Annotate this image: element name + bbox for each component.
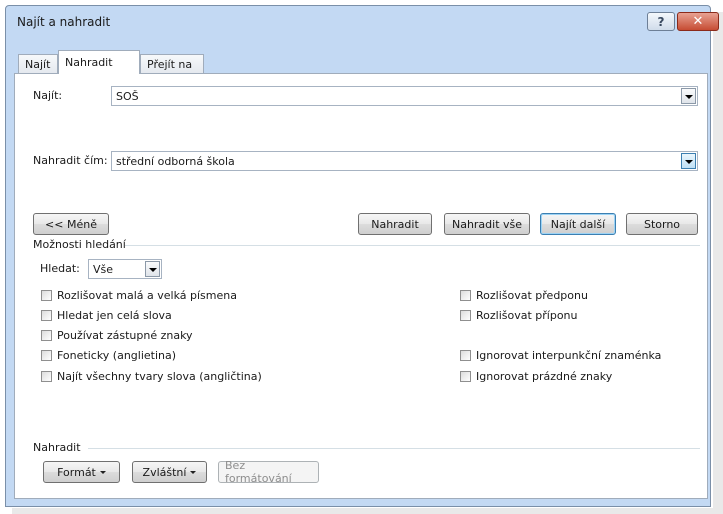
tab-find-label: Najít: [25, 58, 51, 71]
special-label: Zvláštní: [142, 465, 187, 479]
checkbox-box[interactable]: [460, 290, 471, 301]
checkbox-sounds-like[interactable]: Foneticky (anglietina): [41, 349, 176, 362]
search-direction-label: Hledat:: [40, 262, 80, 275]
search-direction-value: Vše: [93, 263, 114, 276]
checkbox-box[interactable]: [460, 310, 471, 321]
checkbox-match-suffix[interactable]: Rozlišovat příponu: [460, 309, 578, 322]
less-button[interactable]: << Méně: [33, 213, 109, 235]
checkbox-label: Používat zástupné znaky: [57, 329, 193, 342]
checkbox-box[interactable]: [41, 371, 52, 382]
search-options-heading: Možnosti hledání: [33, 238, 126, 251]
find-label: Najít:: [33, 89, 63, 102]
help-icon: ?: [657, 14, 665, 29]
help-button[interactable]: ?: [647, 12, 675, 31]
find-dropdown-arrow-icon[interactable]: [681, 88, 696, 104]
checkbox-match-case[interactable]: Rozlišovat malá a velká písmena: [41, 289, 237, 302]
window-shadow-right: [713, 12, 723, 514]
replace-input[interactable]: střední odborná škola: [111, 151, 698, 171]
find-input[interactable]: SOŠ: [111, 86, 698, 106]
replace-value: střední odborná škola: [116, 155, 235, 168]
checkbox-box[interactable]: [41, 310, 52, 321]
checkbox-box[interactable]: [41, 290, 52, 301]
checkbox-all-word-forms[interactable]: Najít všechny tvary slova (angličtina): [41, 370, 262, 383]
checkbox-box[interactable]: [460, 371, 471, 382]
find-value: SOŠ: [116, 90, 139, 103]
close-button[interactable]: ✕: [677, 12, 719, 31]
search-options-divider: [125, 245, 700, 246]
checkbox-label: Ignorovat interpunkční znaménka: [476, 349, 662, 362]
checkbox-label: Najít všechny tvary slova (angličtina): [57, 370, 262, 383]
checkbox-label: Hledat jen celá slova: [57, 309, 172, 322]
checkbox-label: Rozlišovat malá a velká písmena: [57, 289, 237, 302]
search-direction-arrow-icon[interactable]: [145, 261, 160, 277]
no-formatting-button[interactable]: Bez formátování: [218, 459, 319, 485]
chevron-down-icon: [99, 470, 106, 474]
special-button[interactable]: Zvláštní: [132, 461, 207, 483]
checkbox-match-prefix[interactable]: Rozlišovat předponu: [460, 289, 588, 302]
checkbox-ignore-punctuation[interactable]: Ignorovat interpunkční znaménka: [460, 349, 661, 362]
tab-find[interactable]: Najít: [18, 54, 58, 74]
tab-go-to-label: Přejít na: [147, 58, 193, 71]
checkbox-label: Rozlišovat příponu: [476, 309, 578, 322]
replace-all-button[interactable]: Nahradit vše: [444, 213, 530, 235]
find-next-button[interactable]: Najít další: [540, 213, 616, 235]
checkbox-box[interactable]: [41, 330, 52, 341]
tab-replace[interactable]: Nahradit: [58, 50, 140, 74]
replace-label: Nahradit čím:: [33, 154, 108, 167]
checkbox-box[interactable]: [41, 350, 52, 361]
cancel-button[interactable]: Storno: [626, 213, 698, 235]
tab-panel: [14, 73, 708, 499]
replace-section-heading: Nahradit: [33, 441, 81, 454]
checkbox-label: Rozlišovat předponu: [476, 289, 588, 302]
checkbox-label: Ignorovat prázdné znaky: [476, 370, 613, 383]
checkbox-box[interactable]: [460, 350, 471, 361]
chevron-down-icon: [190, 470, 197, 474]
checkbox-wildcards[interactable]: Používat zástupné znaky: [41, 329, 193, 342]
format-button[interactable]: Formát: [43, 461, 120, 483]
tab-go-to[interactable]: Přejít na: [140, 54, 204, 74]
window-shadow-bottom: [12, 508, 723, 514]
replace-button[interactable]: Nahradit: [358, 213, 432, 235]
tab-replace-label: Nahradit: [65, 56, 113, 69]
format-label: Formát: [57, 465, 96, 479]
search-direction-select[interactable]: Vše: [88, 259, 162, 279]
dialog-title: Najít a nahradit: [17, 15, 111, 29]
checkbox-whole-words[interactable]: Hledat jen celá slova: [41, 309, 172, 322]
checkbox-label: Foneticky (anglietina): [57, 349, 177, 362]
checkbox-ignore-whitespace[interactable]: Ignorovat prázdné znaky: [460, 370, 612, 383]
replace-section-divider: [88, 448, 700, 449]
close-icon: ✕: [692, 14, 704, 29]
replace-dropdown-arrow-icon[interactable]: [681, 153, 696, 169]
